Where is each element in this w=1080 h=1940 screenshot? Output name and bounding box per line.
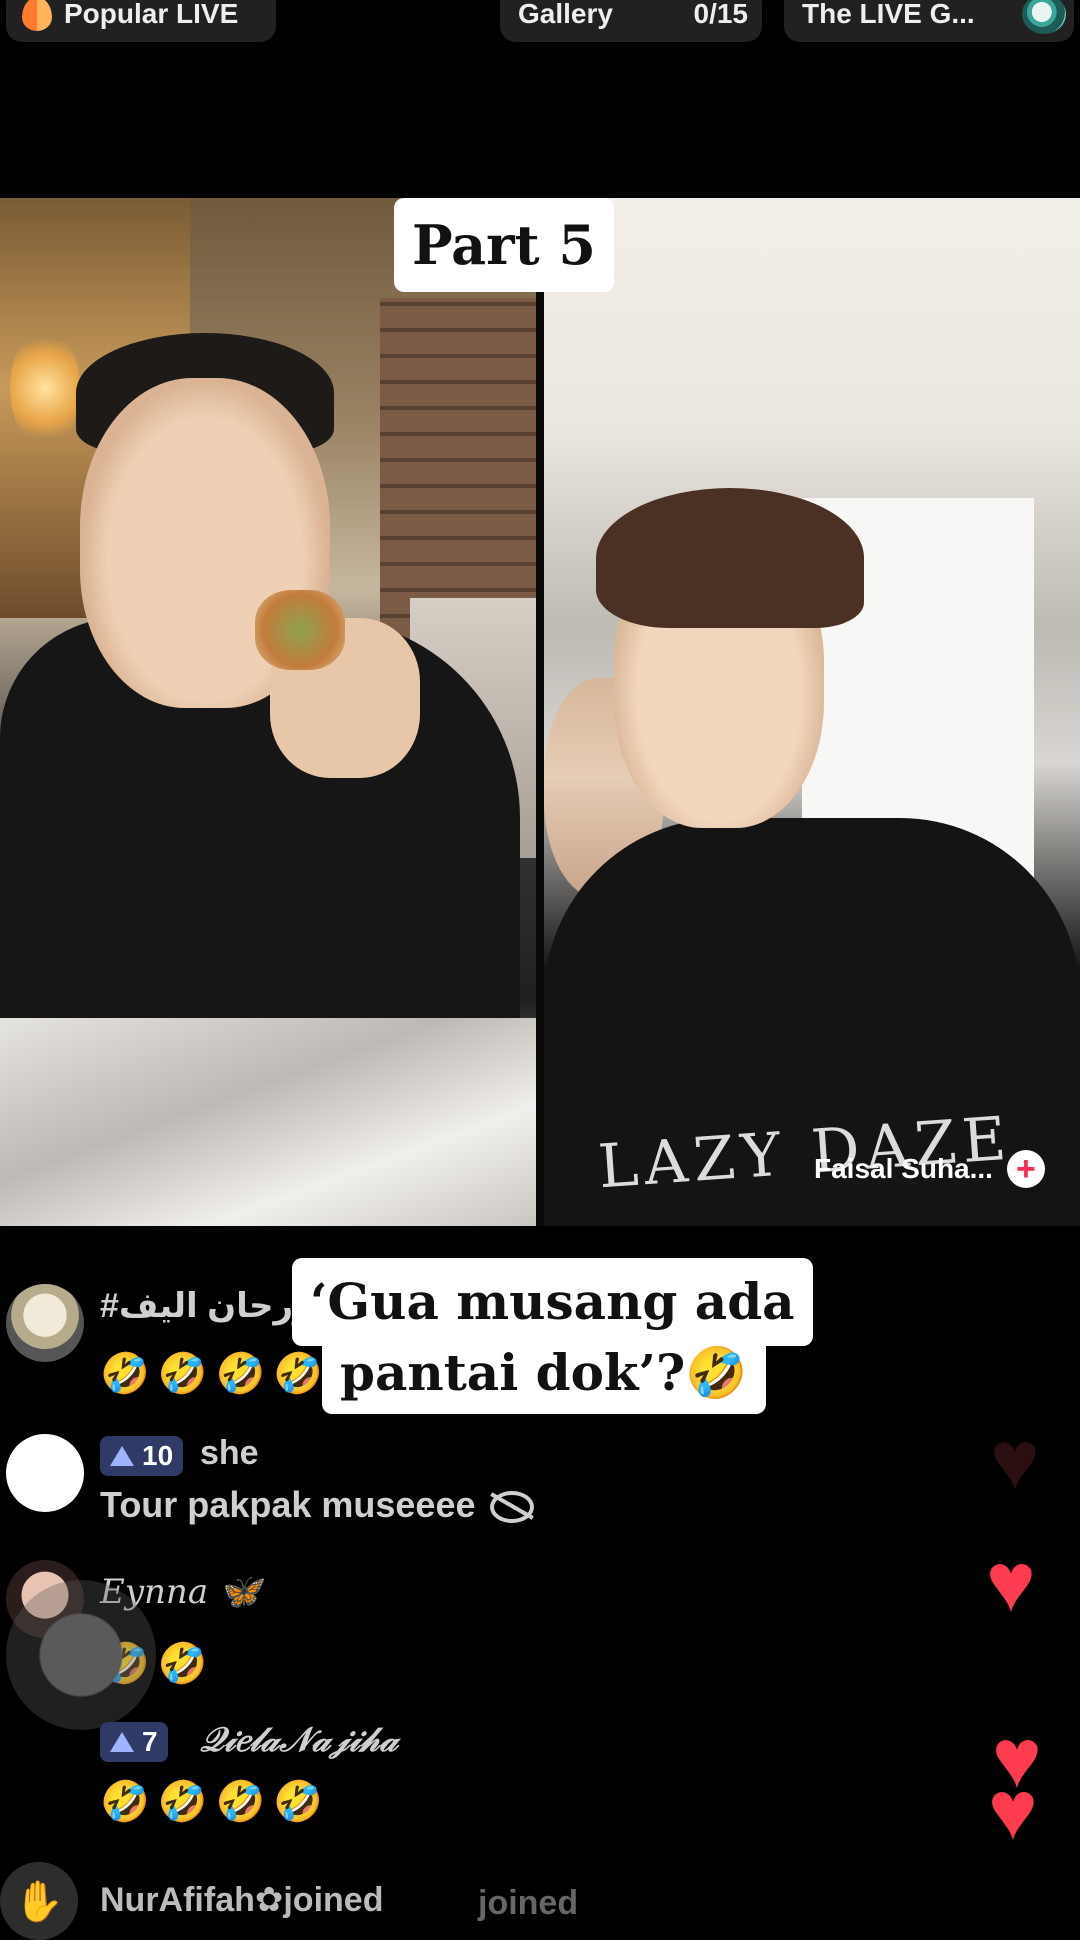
quote-caption-line1: ‘Gua musang ada: [292, 1258, 813, 1346]
raise-hand-button[interactable]: [6, 1580, 156, 1730]
gallery-count: 0/15: [693, 0, 749, 29]
video-divider: [536, 198, 544, 1226]
level-badge: 7: [100, 1722, 168, 1762]
popular-live-tab[interactable]: Popular LIVE: [6, 0, 276, 42]
join-notice-ghost: joined: [478, 1884, 579, 1922]
comment-avatar[interactable]: [6, 1434, 84, 1512]
comment-username[interactable]: #ورحان اليف: [100, 1286, 314, 1326]
heart-icon: ♥: [988, 1763, 1038, 1857]
wall-lamp: [10, 328, 80, 448]
part-caption: Part 5: [394, 198, 614, 292]
comment-message-row: Tour pakpak museeee: [100, 1484, 534, 1526]
heart-icon: ♥: [986, 1535, 1036, 1629]
level-triangle-icon: [110, 1732, 134, 1752]
level-badge: 10: [100, 1436, 184, 1476]
game-orb-icon: [1022, 0, 1066, 34]
wave-hand-icon: ✋: [0, 1862, 78, 1940]
level-triangle-icon: [110, 1446, 134, 1466]
food-item: [255, 590, 345, 670]
flame-icon: [22, 0, 52, 31]
gallery-label: Gallery: [518, 0, 613, 29]
comment-message: 🤣🤣🤣🤣: [100, 1780, 332, 1824]
left-video-stream[interactable]: [0, 198, 536, 1226]
comment-avatar[interactable]: [6, 1284, 84, 1362]
right-host-hair: [596, 488, 864, 628]
quote-caption-line2: pantai dok’?🤣: [322, 1338, 766, 1414]
food-wrapper: [0, 1018, 536, 1226]
follow-plus-icon[interactable]: +: [1006, 1150, 1045, 1188]
comment-username[interactable]: she: [200, 1434, 259, 1473]
comment-username[interactable]: 𝒬𝒾𝑒𝓁𝒶𝒩𝒶𝒿𝒾𝒽𝒶: [200, 1720, 398, 1760]
heart-icon: ♥: [990, 1413, 1040, 1507]
host-name: Faisal Suha...: [814, 1153, 993, 1184]
comment-message: Tour pakpak museeee: [100, 1484, 476, 1525]
level-number: 7: [142, 1726, 158, 1757]
right-video-stream[interactable]: LAZY DAZE Faisal Suha... +: [544, 198, 1080, 1226]
live-game-label: The LIVE G...: [802, 0, 975, 29]
popular-live-label: Popular LIVE: [64, 0, 239, 29]
gallery-button[interactable]: Gallery 0/15: [500, 0, 762, 42]
level-number: 10: [142, 1440, 174, 1471]
live-game-button[interactable]: The LIVE G...: [784, 0, 1074, 42]
host-name-tag[interactable]: Faisal Suha... +: [814, 1150, 1045, 1188]
comment-message: 🤣🤣🤣🤣: [100, 1352, 332, 1396]
join-notice: NurAfifah✿joined: [100, 1881, 384, 1919]
hidden-eye-icon: [489, 1491, 534, 1524]
